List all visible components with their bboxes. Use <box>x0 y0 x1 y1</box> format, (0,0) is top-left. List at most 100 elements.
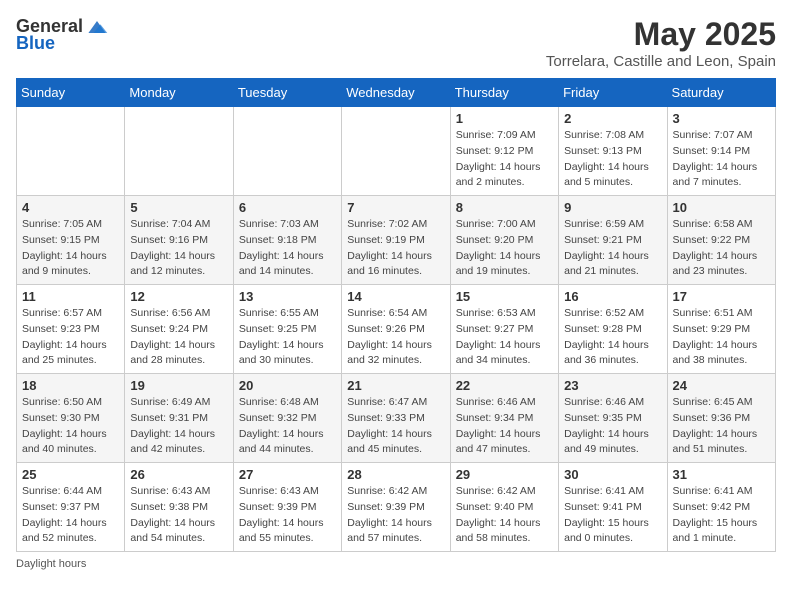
column-header-sunday: Sunday <box>17 79 125 107</box>
day-detail: Sunrise: 6:53 AM Sunset: 9:27 PM Dayligh… <box>456 306 553 369</box>
calendar-cell: 23Sunrise: 6:46 AM Sunset: 9:35 PM Dayli… <box>559 374 667 463</box>
day-number: 1 <box>456 111 553 126</box>
calendar-cell: 1 Sunrise: 7:09 AM Sunset: 9:12 PM Daylig… <box>450 107 558 196</box>
column-header-thursday: Thursday <box>450 79 558 107</box>
day-number: 2 <box>564 111 661 126</box>
calendar-cell: 11 Sunrise: 6:57 AM Sunset: 9:23 PM Dayli… <box>17 285 125 374</box>
day-number: 6 <box>239 200 336 215</box>
day-detail: Sunrise: 7:07 AM Sunset: 9:14 PM Dayligh… <box>673 128 770 191</box>
day-detail: Sunrise: 6:55 AM Sunset: 9:25 PM Dayligh… <box>239 306 336 369</box>
day-number: 4 <box>22 200 119 215</box>
title-area: May 2025 Torrelara, Castille and Leon, S… <box>546 16 776 70</box>
day-detail: Sunrise: 7:09 AM Sunset: 9:12 PM Dayligh… <box>456 128 553 191</box>
calendar-cell <box>342 107 450 196</box>
logo-icon <box>85 17 109 37</box>
day-number: 9 <box>564 200 661 215</box>
calendar-week-row: 11 Sunrise: 6:57 AM Sunset: 9:23 PM Dayli… <box>17 285 776 374</box>
calendar-cell: 15Sunrise: 6:53 AM Sunset: 9:27 PM Dayli… <box>450 285 558 374</box>
day-detail: Sunrise: 6:57 AM Sunset: 9:23 PM Dayligh… <box>22 306 119 369</box>
day-number: 20 <box>239 378 336 393</box>
calendar-cell: 24 Sunrise: 6:45 AM Sunset: 9:36 PM Dayli… <box>667 374 775 463</box>
header: General Blue May 2025 Torrelara, Castill… <box>16 16 776 70</box>
day-number: 8 <box>456 200 553 215</box>
day-number: 19 <box>130 378 227 393</box>
calendar-cell: 18 Sunrise: 6:50 AM Sunset: 9:30 PM Dayli… <box>17 374 125 463</box>
day-number: 11 <box>22 289 119 304</box>
month-title: May 2025 <box>546 16 776 53</box>
day-detail: Sunrise: 6:42 AM Sunset: 9:39 PM Dayligh… <box>347 484 444 547</box>
day-detail: Sunrise: 6:44 AM Sunset: 9:37 PM Dayligh… <box>22 484 119 547</box>
calendar-cell: 25 Sunrise: 6:44 AM Sunset: 9:37 PM Dayli… <box>17 463 125 552</box>
day-detail: Sunrise: 6:52 AM Sunset: 9:28 PM Dayligh… <box>564 306 661 369</box>
calendar-cell <box>17 107 125 196</box>
day-number: 16 <box>564 289 661 304</box>
column-header-tuesday: Tuesday <box>233 79 341 107</box>
day-detail: Sunrise: 6:46 AM Sunset: 9:35 PM Dayligh… <box>564 395 661 458</box>
day-number: 17 <box>673 289 770 304</box>
calendar-week-row: 1 Sunrise: 7:09 AM Sunset: 9:12 PM Daylig… <box>17 107 776 196</box>
day-detail: Sunrise: 7:08 AM Sunset: 9:13 PM Dayligh… <box>564 128 661 191</box>
calendar-week-row: 25 Sunrise: 6:44 AM Sunset: 9:37 PM Dayli… <box>17 463 776 552</box>
calendar-cell: 26 Sunrise: 6:43 AM Sunset: 9:38 PM Dayli… <box>125 463 233 552</box>
day-number: 10 <box>673 200 770 215</box>
calendar-cell: 5 Sunrise: 7:04 AM Sunset: 9:16 PM Daylig… <box>125 196 233 285</box>
day-number: 3 <box>673 111 770 126</box>
calendar-cell <box>125 107 233 196</box>
day-detail: Sunrise: 7:04 AM Sunset: 9:16 PM Dayligh… <box>130 217 227 280</box>
calendar-cell: 12 Sunrise: 6:56 AM Sunset: 9:24 PM Dayli… <box>125 285 233 374</box>
calendar-cell: 13 Sunrise: 6:55 AM Sunset: 9:25 PM Dayli… <box>233 285 341 374</box>
day-number: 21 <box>347 378 444 393</box>
day-number: 12 <box>130 289 227 304</box>
calendar-cell: 2 Sunrise: 7:08 AM Sunset: 9:13 PM Daylig… <box>559 107 667 196</box>
calendar-cell: 7 Sunrise: 7:02 AM Sunset: 9:19 PM Daylig… <box>342 196 450 285</box>
day-number: 28 <box>347 467 444 482</box>
day-detail: Sunrise: 6:45 AM Sunset: 9:36 PM Dayligh… <box>673 395 770 458</box>
calendar-cell: 16 Sunrise: 6:52 AM Sunset: 9:28 PM Dayli… <box>559 285 667 374</box>
day-number: 29 <box>456 467 553 482</box>
column-header-wednesday: Wednesday <box>342 79 450 107</box>
day-number: 26 <box>130 467 227 482</box>
day-detail: Sunrise: 7:03 AM Sunset: 9:18 PM Dayligh… <box>239 217 336 280</box>
logo-text-blue: Blue <box>16 33 55 54</box>
day-number: 31 <box>673 467 770 482</box>
calendar-header-row: SundayMondayTuesdayWednesdayThursdayFrid… <box>17 79 776 107</box>
calendar-cell: 29 Sunrise: 6:42 AM Sunset: 9:40 PM Dayli… <box>450 463 558 552</box>
day-detail: Sunrise: 6:54 AM Sunset: 9:26 PM Dayligh… <box>347 306 444 369</box>
day-number: 5 <box>130 200 227 215</box>
column-header-monday: Monday <box>125 79 233 107</box>
calendar-cell: 14Sunrise: 6:54 AM Sunset: 9:26 PM Dayli… <box>342 285 450 374</box>
day-number: 25 <box>22 467 119 482</box>
column-header-saturday: Saturday <box>667 79 775 107</box>
daylight-hours-label: Daylight hours <box>16 558 86 570</box>
day-detail: Sunrise: 6:42 AM Sunset: 9:40 PM Dayligh… <box>456 484 553 547</box>
day-number: 22 <box>456 378 553 393</box>
calendar-cell: 31Sunrise: 6:41 AM Sunset: 9:42 PM Dayli… <box>667 463 775 552</box>
calendar-table: SundayMondayTuesdayWednesdayThursdayFrid… <box>16 78 776 552</box>
calendar-cell: 21Sunrise: 6:47 AM Sunset: 9:33 PM Dayli… <box>342 374 450 463</box>
calendar-cell: 10 Sunrise: 6:58 AM Sunset: 9:22 PM Dayli… <box>667 196 775 285</box>
day-detail: Sunrise: 6:43 AM Sunset: 9:38 PM Dayligh… <box>130 484 227 547</box>
calendar-cell: 8 Sunrise: 7:00 AM Sunset: 9:20 PM Daylig… <box>450 196 558 285</box>
day-detail: Sunrise: 7:02 AM Sunset: 9:19 PM Dayligh… <box>347 217 444 280</box>
day-number: 13 <box>239 289 336 304</box>
day-detail: Sunrise: 6:50 AM Sunset: 9:30 PM Dayligh… <box>22 395 119 458</box>
day-detail: Sunrise: 7:05 AM Sunset: 9:15 PM Dayligh… <box>22 217 119 280</box>
calendar-cell: 3 Sunrise: 7:07 AM Sunset: 9:14 PM Daylig… <box>667 107 775 196</box>
calendar-cell: 17Sunrise: 6:51 AM Sunset: 9:29 PM Dayli… <box>667 285 775 374</box>
calendar-cell: 27Sunrise: 6:43 AM Sunset: 9:39 PM Dayli… <box>233 463 341 552</box>
calendar-cell <box>233 107 341 196</box>
day-detail: Sunrise: 7:00 AM Sunset: 9:20 PM Dayligh… <box>456 217 553 280</box>
day-number: 24 <box>673 378 770 393</box>
day-detail: Sunrise: 6:56 AM Sunset: 9:24 PM Dayligh… <box>130 306 227 369</box>
calendar-cell: 9Sunrise: 6:59 AM Sunset: 9:21 PM Daylig… <box>559 196 667 285</box>
calendar-cell: 6 Sunrise: 7:03 AM Sunset: 9:18 PM Daylig… <box>233 196 341 285</box>
day-number: 18 <box>22 378 119 393</box>
calendar-cell: 28 Sunrise: 6:42 AM Sunset: 9:39 PM Dayli… <box>342 463 450 552</box>
calendar-cell: 22Sunrise: 6:46 AM Sunset: 9:34 PM Dayli… <box>450 374 558 463</box>
column-header-friday: Friday <box>559 79 667 107</box>
calendar-cell: 20Sunrise: 6:48 AM Sunset: 9:32 PM Dayli… <box>233 374 341 463</box>
calendar-body: 1 Sunrise: 7:09 AM Sunset: 9:12 PM Daylig… <box>17 107 776 552</box>
day-number: 7 <box>347 200 444 215</box>
day-number: 30 <box>564 467 661 482</box>
day-detail: Sunrise: 6:58 AM Sunset: 9:22 PM Dayligh… <box>673 217 770 280</box>
